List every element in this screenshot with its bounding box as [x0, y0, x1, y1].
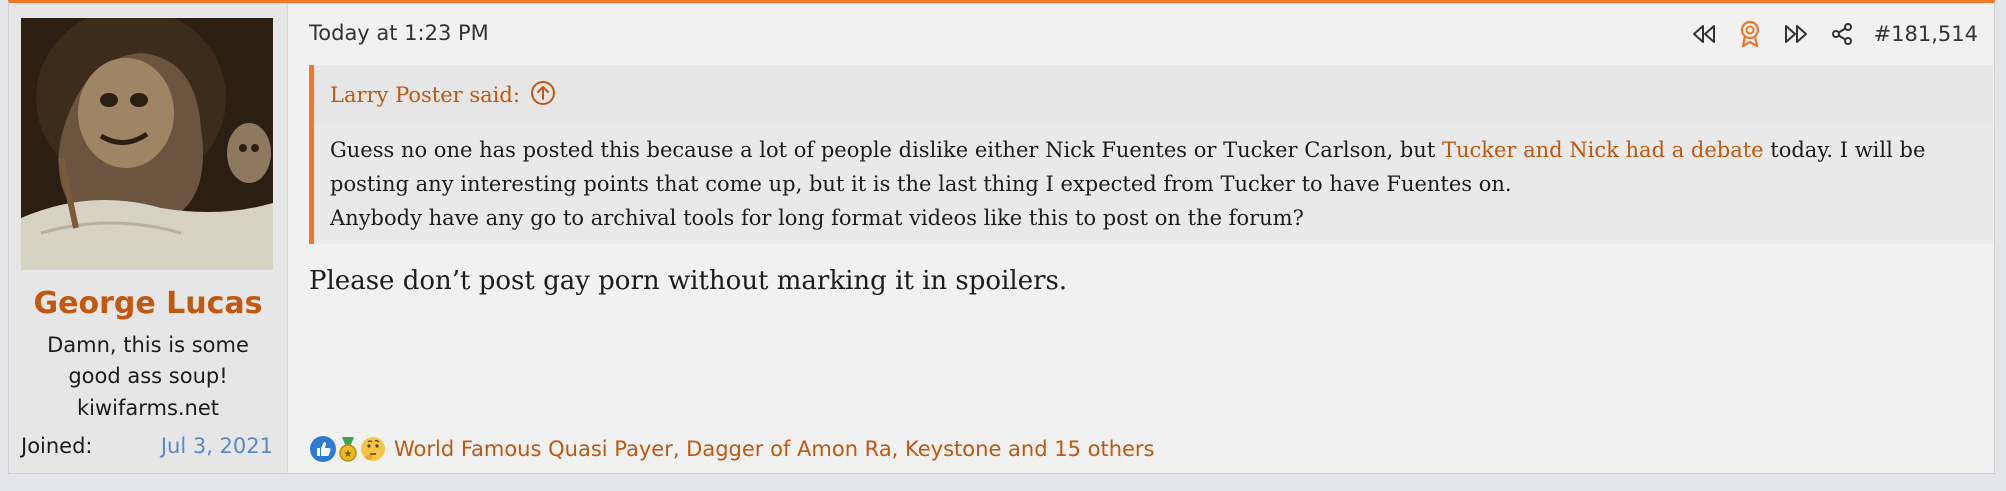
user-title: Damn, this is some good ass soup! — [47, 333, 249, 388]
avatar-image — [21, 18, 273, 270]
award-icon[interactable] — [1736, 20, 1764, 48]
user-info-panel: George Lucas Damn, this is some good ass… — [9, 3, 288, 473]
joined-label: Joined: — [21, 434, 93, 458]
joined-date: Jul 3, 2021 — [160, 434, 273, 458]
post-body: Please don’t post gay porn without marki… — [309, 266, 1068, 296]
thumbs-up-icon[interactable] — [309, 435, 337, 463]
arrow-up-circle-icon[interactable] — [530, 80, 556, 111]
post-actions: #181,514 — [1690, 19, 1978, 49]
quote-block: Larry Poster said: Guess no one has post… — [309, 65, 1993, 244]
quote-link[interactable]: Tucker and Nick had a debate — [1442, 138, 1764, 162]
quote-text: Guess no one has posted this because a l… — [330, 133, 1980, 235]
quote-text-line3: Anybody have any go to archival tools fo… — [330, 206, 1304, 230]
share-icon[interactable] — [1828, 20, 1856, 48]
quote-author[interactable]: Larry Poster said: — [330, 83, 520, 107]
svg-text:★: ★ — [344, 449, 353, 460]
rewind-icon[interactable] — [1690, 20, 1718, 48]
username[interactable]: George Lucas — [9, 286, 287, 321]
avatar[interactable] — [21, 18, 273, 270]
reaction-icons[interactable]: ★ — [309, 435, 387, 463]
quote-text-start: Guess no one has posted this because a l… — [330, 138, 1442, 162]
user-site: kiwifarms.net — [76, 396, 220, 420]
reactions-bar[interactable]: ★ World Famous Quasi Payer, Dagger of Am… — [309, 433, 1155, 465]
forum-post: George Lucas Damn, this is some good ass… — [8, 0, 1995, 474]
thinking-face-icon[interactable] — [359, 435, 387, 463]
fast-forward-icon[interactable] — [1782, 20, 1810, 48]
post-main: Today at 1:23 PM #181,514 Larry Poster s… — [287, 3, 1994, 473]
post-timestamp[interactable]: Today at 1:23 PM — [309, 21, 489, 45]
post-number[interactable]: #181,514 — [1874, 22, 1978, 46]
quote-header[interactable]: Larry Poster said: — [330, 79, 556, 111]
medal-icon[interactable]: ★ — [334, 435, 362, 463]
reaction-users[interactable]: World Famous Quasi Payer, Dagger of Amon… — [394, 437, 1155, 461]
